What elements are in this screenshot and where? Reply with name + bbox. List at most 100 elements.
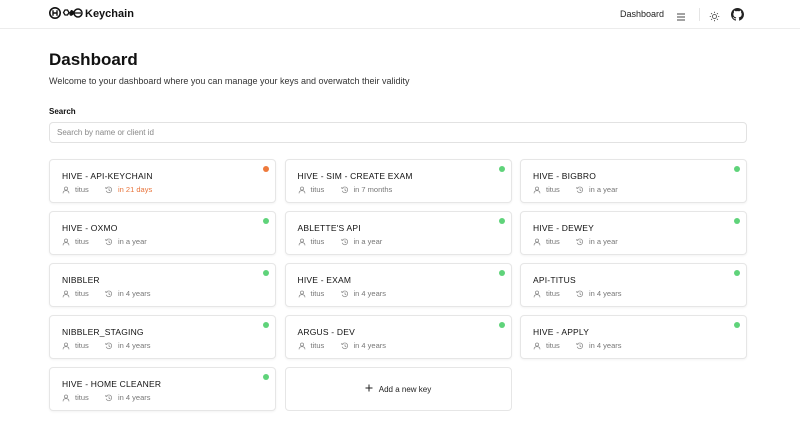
key-card[interactable]: HIVE - APPLY titus in 4 years bbox=[520, 315, 747, 359]
key-meta: titus in 4 years bbox=[533, 289, 622, 298]
key-expiry: in 4 years bbox=[118, 289, 151, 298]
user-icon bbox=[298, 238, 306, 246]
key-owner: titus bbox=[75, 341, 89, 350]
status-dot bbox=[263, 166, 269, 172]
add-key-label: Add a new key bbox=[378, 384, 432, 394]
key-expiry: in a year bbox=[589, 237, 618, 246]
status-dot bbox=[498, 218, 505, 224]
user-icon bbox=[298, 186, 306, 194]
key-name: ARGUS - DEV bbox=[297, 327, 355, 337]
key-owner: titus bbox=[75, 289, 89, 298]
search-label: Search bbox=[49, 107, 76, 116]
page-subtitle: Welcome to your dashboard where you can … bbox=[49, 76, 410, 86]
key-name: API-TITUS bbox=[533, 275, 576, 285]
status-dot bbox=[498, 166, 505, 172]
key-owner: titus bbox=[310, 185, 325, 194]
key-meta: titus in 7 months bbox=[298, 185, 393, 194]
key-name: HIVE - OXMO bbox=[62, 223, 118, 233]
key-meta: titus in a year bbox=[533, 237, 618, 246]
key-card[interactable]: NIBBLER_STAGING titus in 4 years bbox=[49, 315, 276, 359]
key-expiry: in 4 years bbox=[589, 289, 622, 298]
key-card[interactable]: HIVE - EXAM titus in 4 years bbox=[284, 263, 512, 307]
status-dot bbox=[263, 374, 269, 380]
user-icon bbox=[62, 186, 70, 194]
key-expiry: in 4 years bbox=[353, 289, 387, 298]
key-expiry: in 4 years bbox=[353, 341, 387, 350]
add-key-button[interactable]: Add a new key bbox=[284, 367, 512, 411]
history-icon bbox=[105, 186, 113, 194]
brand-name: Keychain bbox=[85, 8, 134, 20]
user-icon bbox=[298, 290, 306, 298]
key-meta: titus in 4 years bbox=[533, 341, 622, 350]
key-meta: titus in a year bbox=[533, 185, 618, 194]
key-expiry: in 7 months bbox=[353, 185, 393, 194]
key-name: HIVE - EXAM bbox=[297, 275, 352, 285]
key-owner: titus bbox=[75, 237, 89, 246]
status-dot bbox=[734, 218, 740, 224]
status-dot bbox=[498, 322, 505, 328]
key-expiry: in a year bbox=[353, 237, 383, 246]
key-card[interactable]: HIVE - SIM - CREATE EXAM titus in 7 months bbox=[284, 159, 512, 203]
key-meta: titus in 4 years bbox=[298, 341, 387, 350]
key-card[interactable]: ABLETTE'S API titus in a year bbox=[284, 211, 512, 255]
key-name: NIBBLER_STAGING bbox=[62, 327, 144, 337]
key-card[interactable]: NIBBLER titus in 4 years bbox=[49, 263, 276, 307]
status-dot bbox=[734, 166, 740, 172]
key-name: HIVE - BIGBRO bbox=[533, 171, 597, 181]
key-card[interactable]: HIVE - DEWEY titus in a year bbox=[520, 211, 747, 255]
key-name: HIVE - SIM - CREATE EXAM bbox=[297, 171, 413, 181]
key-meta: titus in 21 days bbox=[62, 185, 152, 194]
github-icon[interactable] bbox=[731, 8, 744, 21]
top-navigation-bar: Keychain Dashboard bbox=[0, 0, 800, 29]
key-card[interactable]: ARGUS - DEV titus in 4 years bbox=[284, 315, 512, 359]
key-name: ABLETTE'S API bbox=[297, 223, 361, 233]
key-name: HIVE - APPLY bbox=[533, 327, 590, 337]
key-card[interactable]: HIVE - HOME CLEANER titus in 4 years bbox=[49, 367, 276, 411]
key-expiry: in 4 years bbox=[118, 393, 151, 402]
history-icon bbox=[105, 290, 113, 298]
history-icon bbox=[340, 342, 349, 350]
plus-icon bbox=[365, 384, 373, 394]
key-card[interactable]: HIVE - API-KEYCHAIN titus in 21 days bbox=[49, 159, 276, 203]
key-meta: titus in 4 years bbox=[298, 289, 387, 298]
search-input[interactable] bbox=[49, 122, 747, 143]
user-icon bbox=[62, 238, 70, 246]
history-icon bbox=[576, 238, 584, 246]
key-expiry: in 21 days bbox=[118, 185, 153, 194]
key-meta: titus in 4 years bbox=[62, 393, 151, 402]
history-icon bbox=[105, 394, 113, 402]
user-icon bbox=[533, 238, 541, 246]
key-name: HIVE - HOME CLEANER bbox=[62, 379, 162, 389]
key-meta: titus in a year bbox=[298, 237, 383, 246]
key-expiry: in a year bbox=[589, 185, 618, 194]
page-title: Dashboard bbox=[49, 50, 138, 69]
history-icon bbox=[576, 186, 584, 194]
key-card[interactable]: HIVE - OXMO titus in a year bbox=[49, 211, 276, 255]
user-icon bbox=[62, 394, 70, 402]
user-icon bbox=[533, 186, 541, 194]
add-key-content: Add a new key bbox=[365, 384, 431, 394]
hive-logo[interactable] bbox=[49, 6, 83, 20]
user-icon bbox=[62, 290, 70, 298]
header-divider bbox=[699, 8, 700, 21]
key-expiry: in 4 years bbox=[589, 341, 622, 350]
history-icon bbox=[105, 238, 113, 246]
status-dot bbox=[498, 270, 505, 276]
theme-toggle-sun-icon[interactable] bbox=[709, 9, 720, 22]
menu-icon[interactable] bbox=[676, 9, 686, 21]
key-owner: titus bbox=[310, 289, 325, 298]
history-icon bbox=[576, 290, 584, 298]
key-owner: titus bbox=[75, 185, 89, 194]
status-dot bbox=[263, 218, 269, 224]
status-dot bbox=[734, 270, 740, 276]
nav-dashboard-link[interactable]: Dashboard bbox=[620, 9, 664, 19]
key-meta: titus in a year bbox=[62, 237, 147, 246]
history-icon bbox=[340, 290, 349, 298]
key-owner: titus bbox=[546, 289, 560, 298]
key-owner: titus bbox=[546, 237, 560, 246]
history-icon bbox=[105, 342, 113, 350]
key-card[interactable]: API-TITUS titus in 4 years bbox=[520, 263, 747, 307]
key-card[interactable]: HIVE - BIGBRO titus in a year bbox=[520, 159, 747, 203]
key-owner: titus bbox=[310, 237, 325, 246]
status-dot bbox=[263, 322, 269, 328]
